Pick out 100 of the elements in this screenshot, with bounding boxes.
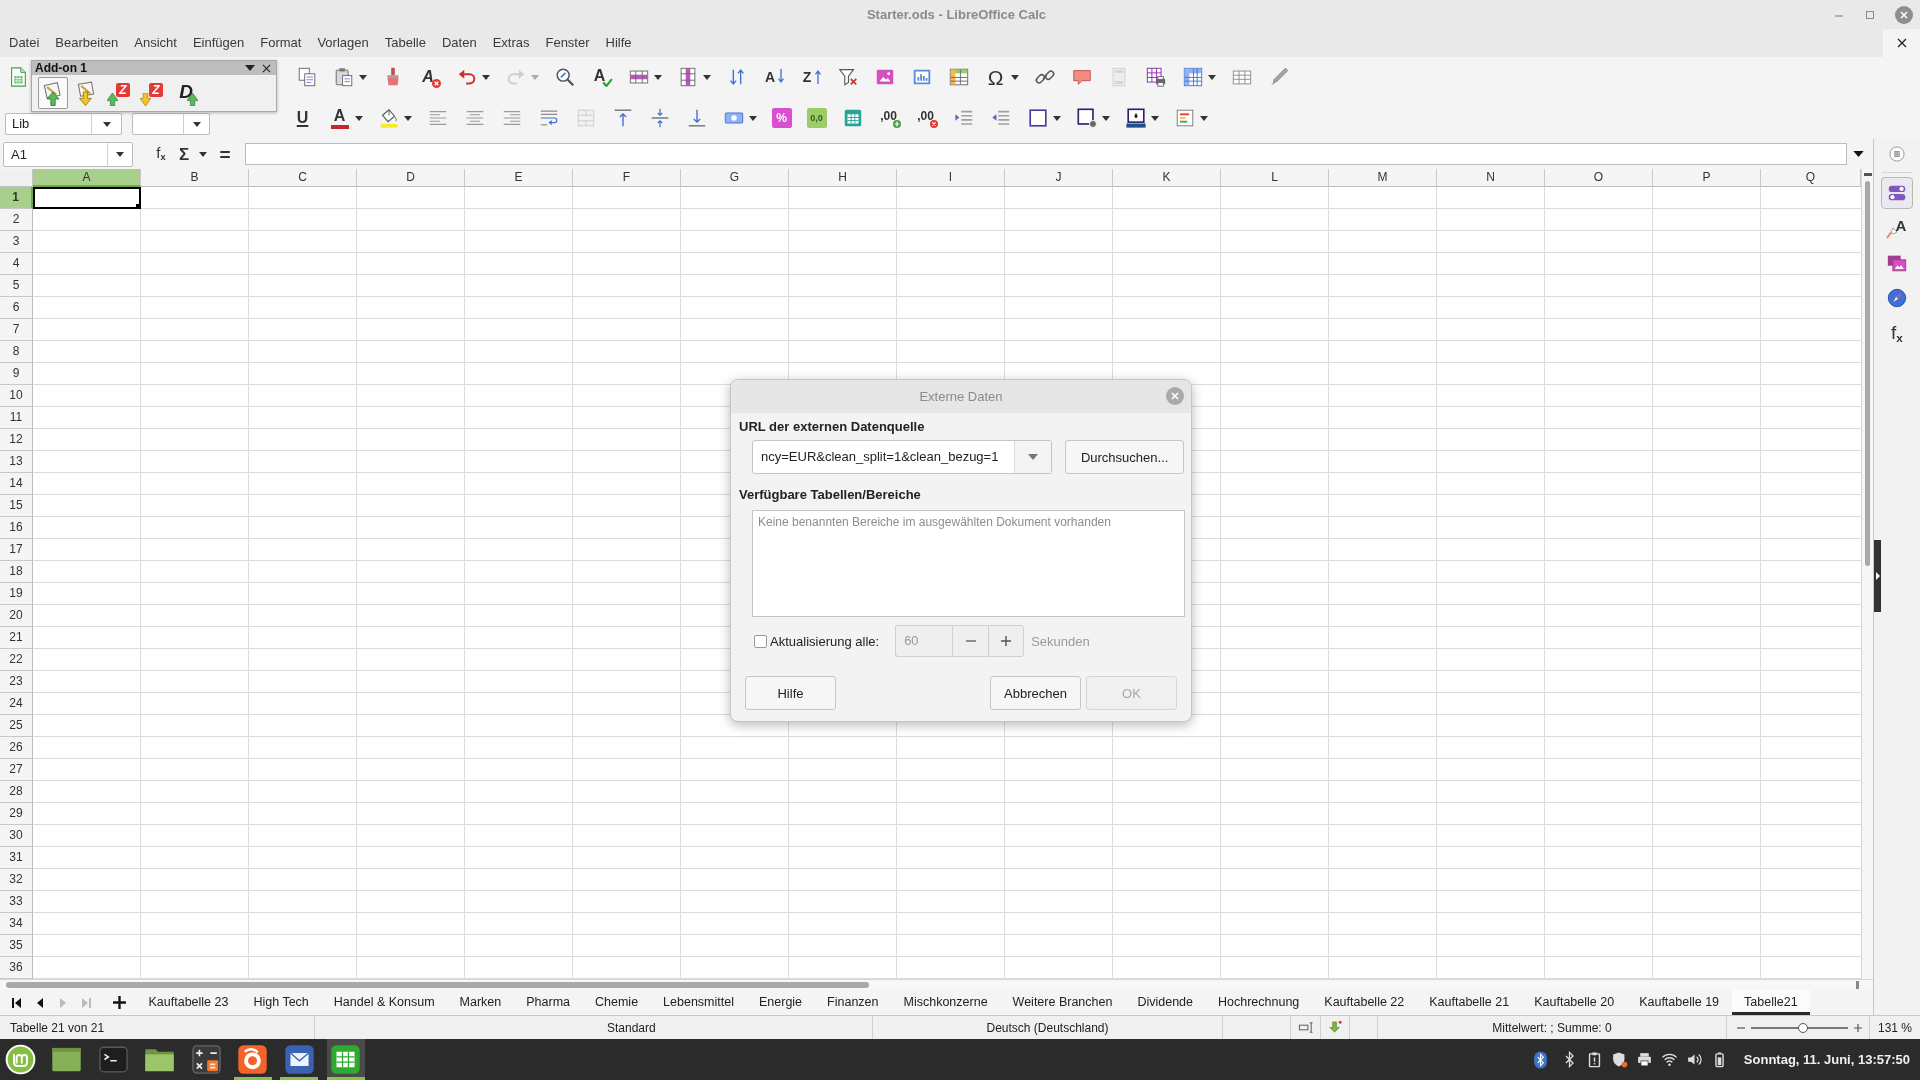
menu-item[interactable]: Daten: [433, 29, 485, 57]
column-header[interactable]: C: [249, 169, 357, 187]
caret-icon[interactable]: [481, 74, 490, 80]
row-header[interactable]: 16: [0, 517, 33, 539]
row-header[interactable]: 26: [0, 737, 33, 759]
caret-icon[interactable]: [1853, 151, 1864, 157]
caret-icon[interactable]: [245, 65, 255, 71]
row-header[interactable]: 22: [0, 649, 33, 671]
caret-icon[interactable]: [403, 115, 412, 121]
caret-icon[interactable]: [653, 74, 662, 80]
row-header[interactable]: 29: [0, 803, 33, 825]
column-header[interactable]: F: [573, 169, 681, 187]
skip-first-icon[interactable]: [10, 995, 24, 1010]
caret-icon[interactable]: [1101, 115, 1110, 121]
sheet-tab[interactable]: Tabelle21: [1731, 990, 1811, 1015]
column-header[interactable]: M: [1329, 169, 1437, 187]
sheet-tab[interactable]: Chemie: [582, 990, 651, 1015]
tables-list[interactable]: Keine benannten Bereiche im ausgewählten Dokument vorhanden: [752, 510, 1185, 617]
cell-grid[interactable]: [33, 187, 1861, 979]
sheet-tab[interactable]: Kauftabelle 22: [1311, 990, 1417, 1015]
row-header[interactable]: 36: [0, 957, 33, 979]
row-header[interactable]: 1: [0, 187, 33, 209]
menu-item[interactable]: Tabelle: [376, 29, 434, 57]
caret-icon[interactable]: [116, 151, 124, 157]
url-combo-field[interactable]: ncy=EUR&clean_split=1&clean_bezug=1: [752, 440, 1053, 474]
sheet-tab[interactable]: Hochrechnung: [1205, 990, 1312, 1015]
row-header[interactable]: 34: [0, 913, 33, 935]
sheet-tab[interactable]: Kauftabelle 21: [1416, 990, 1522, 1015]
sheet-tab[interactable]: Kauftabelle 23: [136, 990, 241, 1015]
zoom-level[interactable]: 131 %: [1877, 1020, 1912, 1035]
font-size-field[interactable]: [132, 113, 210, 135]
row-header[interactable]: 32: [0, 869, 33, 891]
sheet-tab[interactable]: Lebensmittel: [650, 990, 747, 1015]
row-header[interactable]: 27: [0, 759, 33, 781]
caret-icon[interactable]: [354, 115, 363, 121]
menu-item[interactable]: Format: [252, 29, 310, 57]
square-drop-icon[interactable]: [1124, 107, 1147, 129]
close-icon[interactable]: [1896, 38, 1907, 48]
caret-icon[interactable]: [1150, 115, 1159, 121]
close-icon[interactable]: [262, 63, 271, 73]
wifi-icon[interactable]: [1660, 1051, 1678, 1068]
row-header[interactable]: 24: [0, 693, 33, 715]
row-header[interactable]: 23: [0, 671, 33, 693]
column-header[interactable]: E: [465, 169, 573, 187]
column-header[interactable]: K: [1113, 169, 1221, 187]
caret-icon[interactable]: [1207, 74, 1216, 80]
column-header[interactable]: J: [1005, 169, 1113, 187]
column-header[interactable]: D: [357, 169, 465, 187]
menu-item[interactable]: Vorlagen: [309, 29, 377, 57]
printer-icon[interactable]: [1635, 1051, 1653, 1068]
shield-icon[interactable]: [1610, 1051, 1628, 1068]
pivot-table-icon[interactable]: [947, 66, 970, 88]
caret-icon[interactable]: [702, 74, 711, 80]
cancel-button[interactable]: Abbrechen: [990, 676, 1081, 710]
menu-item[interactable]: Extras: [484, 29, 538, 57]
column-header[interactable]: B: [141, 169, 249, 187]
scrollbar-thumb[interactable]: [1865, 181, 1870, 566]
row-header[interactable]: 20: [0, 605, 33, 627]
page-style[interactable]: Standard: [607, 1020, 656, 1035]
caret-icon[interactable]: [102, 121, 111, 127]
browse-button[interactable]: Durchsuchen...: [1065, 440, 1184, 474]
menu-item[interactable]: Datei: [1, 29, 48, 57]
caret-icon[interactable]: [748, 115, 757, 121]
letter-u-underlined-icon[interactable]: U: [291, 107, 314, 129]
column-header[interactable]: L: [1221, 169, 1329, 187]
sheet-tab[interactable]: Handel & Konsum: [321, 990, 448, 1015]
menu-item[interactable]: Fenster: [537, 29, 598, 57]
row-header[interactable]: 2: [0, 209, 33, 231]
column-header[interactable]: N: [1437, 169, 1545, 187]
number-tile-icon[interactable]: 0,0: [806, 108, 827, 128]
maximize-icon[interactable]: [1864, 8, 1876, 21]
split-handle[interactable]: [1863, 173, 1872, 176]
font-name-field[interactable]: Lib: [5, 113, 122, 135]
equals-icon[interactable]: =: [214, 143, 236, 165]
sheet-tab[interactable]: Energie: [746, 990, 815, 1015]
menu-icon[interactable]: [1887, 144, 1907, 164]
caret-icon[interactable]: [192, 121, 201, 127]
row-header[interactable]: 11: [0, 407, 33, 429]
caret-icon[interactable]: [199, 151, 207, 157]
increment-button[interactable]: [988, 625, 1025, 657]
menu-item[interactable]: Einfügen: [184, 29, 253, 57]
square-outline-icon[interactable]: [1026, 107, 1049, 129]
table-printer-icon[interactable]: [1144, 66, 1167, 88]
row-header[interactable]: 12: [0, 429, 33, 451]
column-header[interactable]: Q: [1761, 169, 1861, 187]
column-header[interactable]: O: [1545, 169, 1653, 187]
sidebar-handle[interactable]: [1874, 540, 1881, 612]
menu-item[interactable]: Ansicht: [126, 29, 185, 57]
column-header[interactable]: P: [1653, 169, 1761, 187]
row-header[interactable]: 31: [0, 847, 33, 869]
row-header[interactable]: 14: [0, 473, 33, 495]
row-header[interactable]: 28: [0, 781, 33, 803]
split-handle[interactable]: [1856, 981, 1859, 989]
sheet-tab[interactable]: Weitere Branchen: [1000, 990, 1125, 1015]
row-header[interactable]: 15: [0, 495, 33, 517]
row-header[interactable]: 3: [0, 231, 33, 253]
checkbox-label[interactable]: Aktualisierung alle:: [770, 633, 880, 649]
column-header[interactable]: G: [681, 169, 789, 187]
row-header[interactable]: 35: [0, 935, 33, 957]
row-header[interactable]: 30: [0, 825, 33, 847]
